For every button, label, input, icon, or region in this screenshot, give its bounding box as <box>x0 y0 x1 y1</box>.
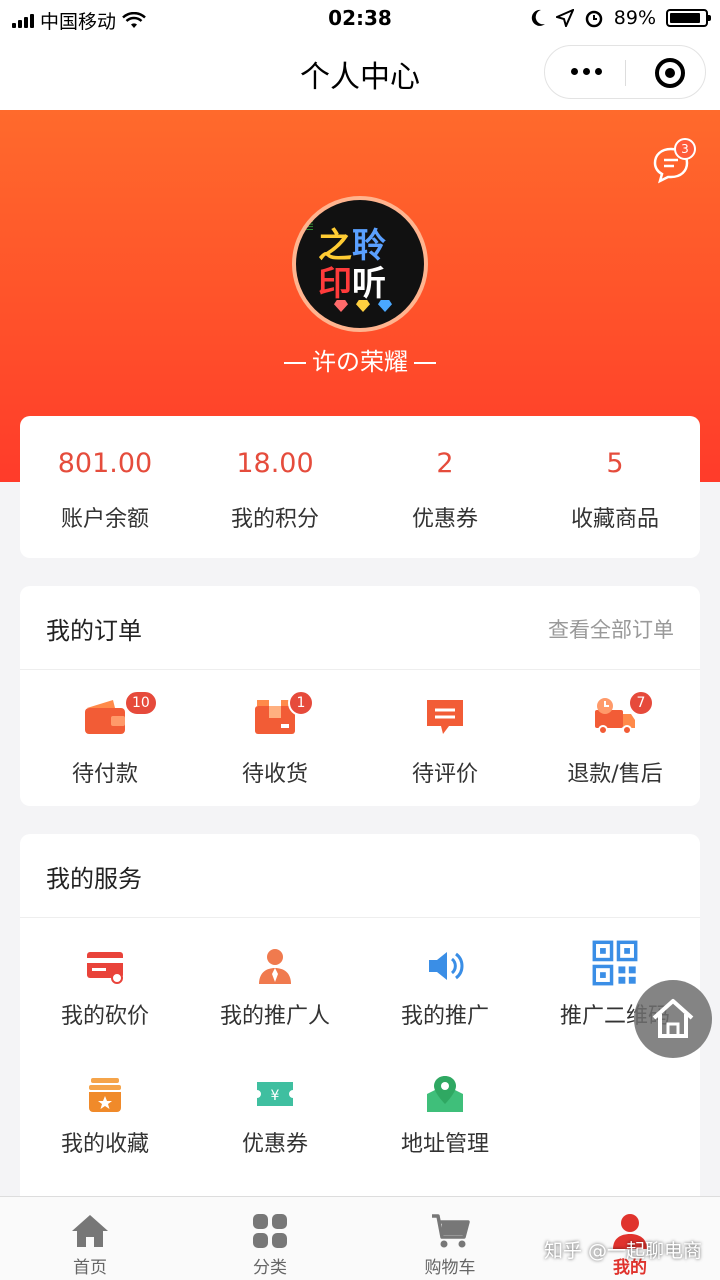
stat-points[interactable]: 18.00 我的积分 <box>190 416 360 558</box>
username-text: 许の荣耀 <box>312 348 408 376</box>
location-arrow-icon <box>555 9 574 27</box>
tab-label: 购物车 <box>424 1258 476 1278</box>
order-badge: 1 <box>288 690 314 716</box>
qr-code-icon <box>592 940 638 986</box>
stat-value: 18.00 <box>236 448 314 479</box>
services-title: 我的服务 <box>46 865 142 893</box>
service-address[interactable]: 地址管理 <box>360 1046 530 1174</box>
order-pending-receipt[interactable]: 1 待收货 <box>190 670 360 806</box>
service-promoter[interactable]: 我的推广人 <box>190 918 360 1046</box>
floating-home-button[interactable] <box>634 980 712 1058</box>
stat-value: 2 <box>436 448 454 479</box>
my-services-card: 我的服务 我的砍价 我的推广人 我的推广 推广二维码 我的收藏 ¥ 优惠券 地址… <box>20 834 700 1214</box>
tab-category[interactable]: 分类 <box>180 1197 360 1280</box>
stat-coupons[interactable]: 2 优惠券 <box>360 416 530 558</box>
tab-cart[interactable]: 购物车 <box>360 1197 540 1280</box>
status-bar: 中国移动 02:38 89% <box>0 0 720 36</box>
svg-text:¥: ¥ <box>271 1088 280 1104</box>
my-orders-card: 我的订单 查看全部订单 10 待付款 1 待收货 待评价 7 退款/售后 <box>20 586 700 806</box>
battery-icon <box>666 9 711 27</box>
grid-icon <box>253 1214 287 1248</box>
order-pending-review[interactable]: 待评价 <box>360 670 530 806</box>
card-icon <box>87 952 123 984</box>
moon-icon <box>531 9 545 26</box>
stat-value: 801.00 <box>57 448 153 479</box>
close-target-icon[interactable] <box>655 58 685 88</box>
capsule-divider <box>625 60 626 86</box>
service-favorites[interactable]: 我的收藏 <box>20 1046 190 1174</box>
orders-header: 我的订单 查看全部订单 <box>20 586 700 670</box>
order-label: 退款/售后 <box>567 762 663 787</box>
comment-icon <box>427 700 463 734</box>
service-label: 我的收藏 <box>60 1132 149 1157</box>
service-label: 优惠券 <box>241 1132 308 1157</box>
order-refund-aftersale[interactable]: 7 退款/售后 <box>530 670 700 806</box>
account-stats-card: 801.00 账户余额 18.00 我的积分 2 优惠券 5 收藏商品 <box>20 416 700 558</box>
stat-favorites[interactable]: 5 收藏商品 <box>530 416 700 558</box>
tab-label: 首页 <box>73 1258 107 1278</box>
service-label: 我的砍价 <box>60 1004 149 1029</box>
stat-label: 优惠券 <box>411 507 478 532</box>
order-label: 待付款 <box>71 762 138 787</box>
wallet-icon <box>85 700 125 734</box>
stat-label: 账户余额 <box>60 507 149 532</box>
swirl-left-decoration <box>284 362 306 364</box>
view-all-orders-link[interactable]: 查看全部订单 <box>548 614 674 644</box>
stat-balance[interactable]: 801.00 账户余额 <box>20 416 190 558</box>
swirl-right-decoration <box>414 362 436 364</box>
service-coupons[interactable]: ¥ 优惠券 <box>190 1046 360 1174</box>
map-pin-icon <box>427 1076 463 1112</box>
order-label: 待收货 <box>241 762 308 787</box>
home-outline-icon <box>652 999 694 1038</box>
tab-label: 分类 <box>253 1258 287 1278</box>
gem-icons <box>334 300 392 312</box>
avatar-text-line2: 印听 <box>318 256 386 305</box>
coupon-icon: ¥ <box>257 1082 293 1106</box>
alarm-icon <box>585 10 603 28</box>
order-status-row: 10 待付款 1 待收货 待评价 7 退款/售后 <box>20 670 700 806</box>
service-label: 我的推广 <box>400 1004 489 1029</box>
avatar-side-decoration: |||| <box>305 220 314 231</box>
tab-home[interactable]: 首页 <box>0 1197 180 1280</box>
order-badge: 7 <box>628 690 654 716</box>
orders-title: 我的订单 <box>46 617 142 645</box>
status-right: 89% <box>530 7 711 29</box>
service-promotion[interactable]: 我的推广 <box>360 918 530 1046</box>
order-label: 待评价 <box>411 762 478 787</box>
service-label: 我的推广人 <box>219 1004 330 1029</box>
navigation-bar: 个人中心 <box>0 36 720 110</box>
more-menu-icon[interactable] <box>571 68 602 75</box>
avatar-glyph: 听 <box>352 264 386 304</box>
services-header: 我的服务 <box>20 834 700 918</box>
stat-label: 我的积分 <box>230 507 319 532</box>
cart-icon <box>432 1214 470 1248</box>
avatar[interactable]: |||| 之聆 印听 <box>292 196 428 332</box>
home-icon <box>72 1215 108 1247</box>
favorite-box-icon <box>89 1078 121 1112</box>
battery-percent: 89% <box>613 7 656 29</box>
stat-label: 收藏商品 <box>570 507 659 532</box>
mini-program-capsule <box>544 45 706 99</box>
message-badge: 3 <box>674 138 696 160</box>
avatar-glyph: 印 <box>318 264 352 304</box>
service-label: 地址管理 <box>400 1132 489 1157</box>
service-bargain[interactable]: 我的砍价 <box>20 918 190 1046</box>
stat-value: 5 <box>606 448 624 479</box>
speaker-icon <box>429 952 464 980</box>
order-pending-payment[interactable]: 10 待付款 <box>20 670 190 806</box>
order-badge: 10 <box>124 690 158 716</box>
username: 许の荣耀 <box>0 342 720 377</box>
watermark: 知乎 @一起聊电商 <box>543 1240 702 1262</box>
person-icon <box>259 949 291 984</box>
